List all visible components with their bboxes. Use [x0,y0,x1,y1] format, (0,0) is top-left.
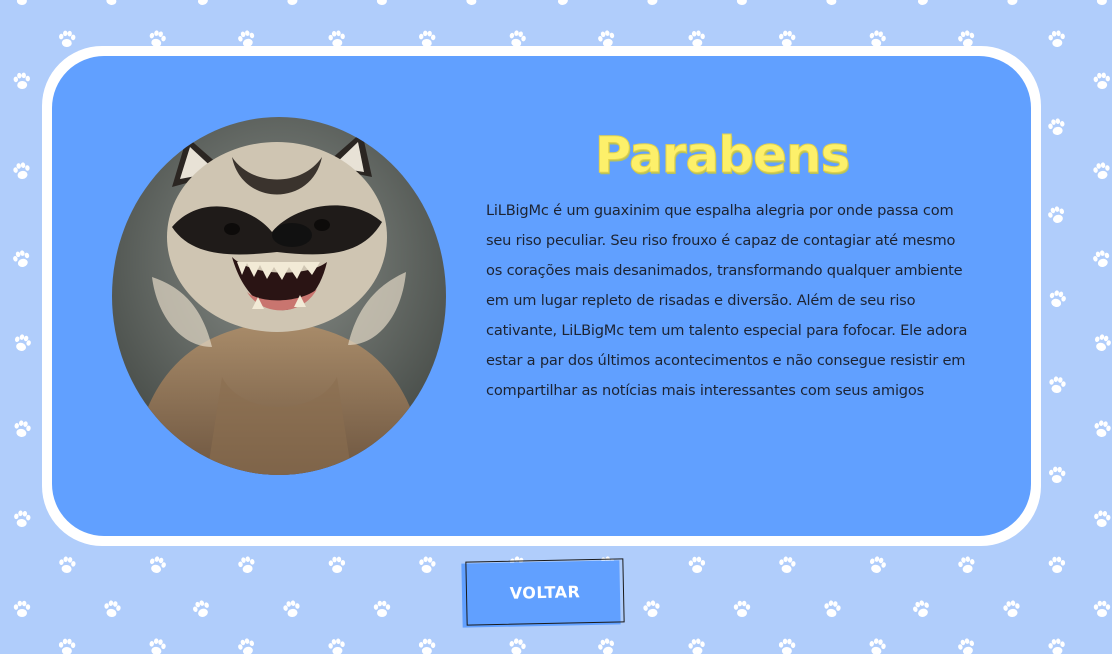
paw-print-icon [1002,0,1022,7]
paw-print-icon [282,0,302,7]
paw-print-icon [1092,161,1112,181]
paw-print-icon [733,0,751,6]
back-button[interactable]: VOLTAR [465,558,625,626]
paw-print-icon [328,556,346,574]
paw-print-icon [11,248,32,269]
paw-print-icon [373,600,391,617]
raccoon-photo [112,117,446,475]
paw-print-icon [822,599,842,619]
paw-print-icon [688,556,706,574]
paw-print-icon [13,509,32,528]
paw-print-icon [147,554,168,576]
paw-print-icon [777,555,797,575]
paw-print-icon [911,598,933,620]
paw-print-icon [1048,556,1066,574]
paw-print-icon [13,0,31,6]
paw-print-icon [1047,288,1068,309]
paw-print-icon [867,637,887,654]
paw-print-icon [956,636,977,654]
paw-print-icon [327,637,347,654]
paw-print-icon [957,555,977,575]
paw-print-icon [1093,72,1111,90]
paw-print-icon [373,0,391,6]
paw-print-icon [1046,204,1067,226]
paw-print-icon [418,30,436,48]
paw-print-icon [1047,375,1067,395]
paw-print-icon [911,0,932,8]
paw-print-icon [191,0,212,8]
paw-print-icon [12,161,32,181]
paw-print-icon [1092,332,1112,354]
paw-print-icon [1002,599,1022,619]
paw-print-icon [507,637,527,654]
paw-print-icon [58,30,76,48]
paw-print-icon [1047,637,1067,654]
paw-print-icon [1093,600,1111,617]
paw-print-icon [1048,466,1066,484]
paw-print-icon [1091,248,1112,269]
paw-print-icon [733,600,751,617]
paw-print-icon [191,598,213,620]
paw-print-icon [417,555,437,575]
paw-print-icon [687,637,707,654]
paw-print-icon [1047,29,1066,48]
paw-print-icon [147,637,167,654]
paw-print-icon [1047,117,1067,137]
paw-print-icon [642,599,662,619]
paw-print-icon [58,638,76,654]
congratulations-title: Parabens [594,126,851,185]
paw-print-icon [102,0,122,7]
paw-print-icon [596,636,617,654]
paw-print-icon [282,599,302,619]
paw-print-icon [13,72,31,90]
paw-print-icon [236,636,257,654]
paw-print-icon [1093,509,1112,528]
paw-print-icon [102,599,122,619]
paw-print-icon [1092,419,1112,439]
paw-print-icon [642,0,662,7]
paw-print-icon [822,0,842,7]
raccoon-description: LiLBigMc é um guaxinim que espalha alegr… [486,202,968,399]
paw-print-icon [867,554,888,576]
paw-print-icon [12,332,33,354]
paw-print-icon [778,638,796,654]
paw-print-icon [12,419,32,439]
paw-print-icon [418,638,436,654]
paw-print-icon [1093,0,1111,6]
paw-print-icon [237,555,257,575]
paw-print-icon [57,555,77,575]
paw-print-icon [551,0,572,8]
paw-print-icon [13,600,31,617]
paw-print-icon [462,0,482,7]
paw-print-icon [778,30,796,48]
